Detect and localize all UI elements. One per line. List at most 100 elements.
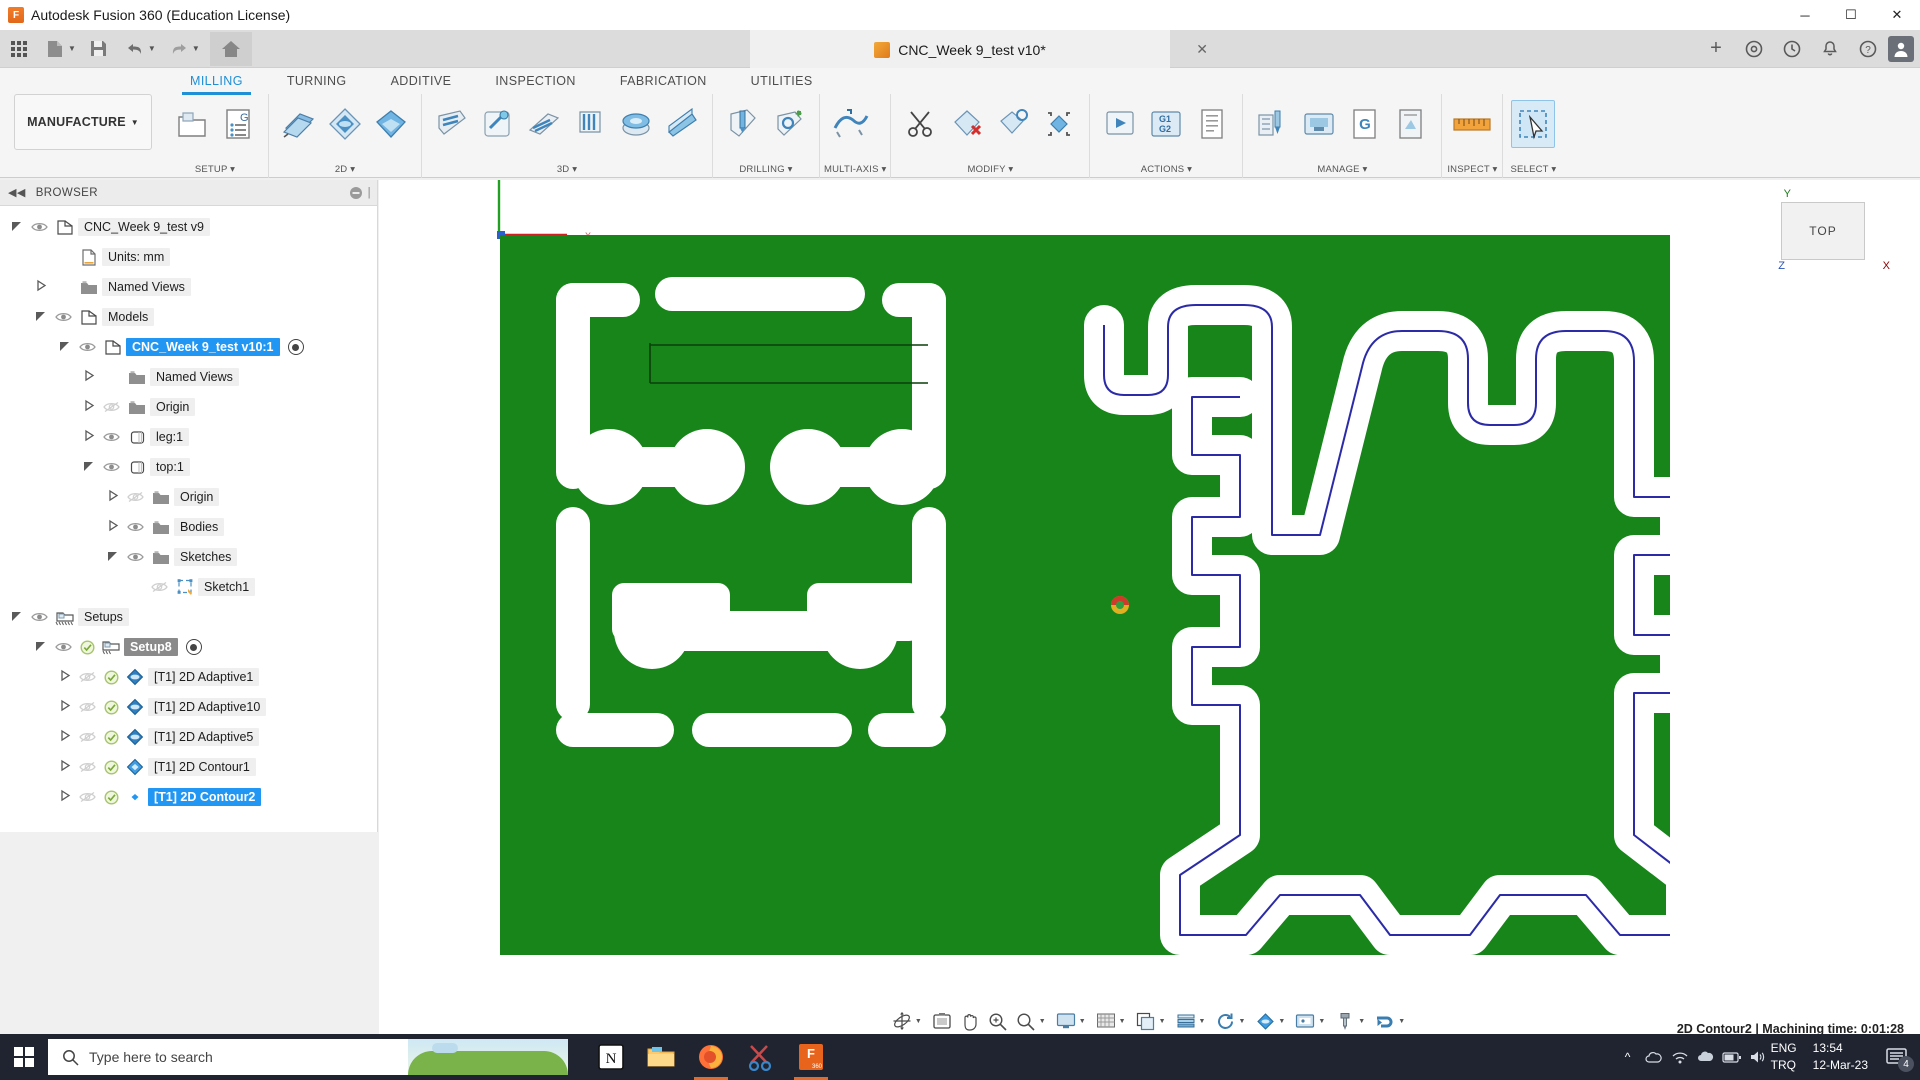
tree-item-t1-2d-adaptive1[interactable]: [T1] 2D Adaptive1 bbox=[0, 662, 377, 692]
expand-arrow-closed-icon[interactable] bbox=[54, 759, 74, 775]
document-tab[interactable]: CNC_Week 9_test v10* ✕ bbox=[750, 29, 1208, 68]
volume-icon[interactable] bbox=[1745, 1034, 1771, 1080]
visibility-eye-icon[interactable] bbox=[50, 311, 76, 323]
tab-additive[interactable]: ADDITIVE bbox=[369, 70, 474, 95]
panel-2d-label[interactable]: 2D ▾ bbox=[273, 164, 417, 178]
grid-snap-icon[interactable] bbox=[1093, 1009, 1119, 1033]
language-indicator[interactable]: ENG TRQ bbox=[1771, 1040, 1803, 1075]
tree-item-sketches[interactable]: Sketches bbox=[0, 542, 377, 572]
battery-icon[interactable] bbox=[1719, 1034, 1745, 1080]
bell-icon[interactable] bbox=[1812, 33, 1848, 65]
onedrive-icon[interactable] bbox=[1641, 1034, 1667, 1080]
bore-thread-icon[interactable] bbox=[767, 100, 811, 148]
measure-icon[interactable] bbox=[1450, 100, 1494, 148]
expand-arrow-open-icon[interactable] bbox=[102, 549, 122, 565]
pocket-clearing-icon[interactable] bbox=[476, 100, 520, 148]
expand-arrow-closed-icon[interactable] bbox=[30, 279, 50, 295]
parallel-icon[interactable] bbox=[522, 100, 566, 148]
contour2d-icon[interactable] bbox=[369, 100, 413, 148]
visibility-eye-off-icon[interactable] bbox=[74, 791, 100, 803]
face-icon[interactable] bbox=[277, 100, 321, 148]
add-tab-button[interactable]: + bbox=[1698, 33, 1734, 65]
expand-arrow-closed-icon[interactable] bbox=[54, 669, 74, 685]
notion-app-icon[interactable]: N bbox=[594, 1040, 628, 1074]
panel-multiaxis-label[interactable]: MULTI-AXIS ▾ bbox=[824, 164, 886, 178]
generate-icon[interactable]: G bbox=[1343, 100, 1387, 148]
visibility-eye-off-icon[interactable] bbox=[74, 731, 100, 743]
activate-radio-button[interactable] bbox=[185, 639, 202, 655]
app-grid-icon[interactable] bbox=[2, 34, 36, 64]
tree-item-models[interactable]: Models bbox=[0, 302, 377, 332]
zoom-icon[interactable] bbox=[985, 1009, 1011, 1033]
tree-item-cnc-week-9-test-v9[interactable]: CNC_Week 9_test v9 bbox=[0, 212, 377, 242]
simulate-refresh-icon[interactable] bbox=[1212, 1009, 1238, 1033]
setup-icon[interactable] bbox=[170, 100, 214, 148]
tree-item-t1-2d-adaptive10[interactable]: [T1] 2D Adaptive10 bbox=[0, 692, 377, 722]
edit-toolpath-icon[interactable] bbox=[991, 100, 1035, 148]
panel-modify-label[interactable]: MODIFY ▾ bbox=[895, 164, 1085, 178]
activate-radio-button[interactable] bbox=[287, 339, 304, 355]
expand-arrow-closed-icon[interactable] bbox=[102, 489, 122, 505]
simulate-icon[interactable] bbox=[1098, 100, 1142, 148]
tree-item-bodies[interactable]: Bodies bbox=[0, 512, 377, 542]
tab-turning[interactable]: TURNING bbox=[265, 70, 369, 95]
windows-start-icon[interactable] bbox=[0, 1034, 48, 1080]
expand-arrow-open-icon[interactable] bbox=[30, 639, 50, 655]
chevron-down-icon[interactable]: ▼ bbox=[1398, 1018, 1410, 1025]
tree-item-origin[interactable]: Origin bbox=[0, 392, 377, 422]
tree-item-top-1[interactable]: top:1 bbox=[0, 452, 377, 482]
tree-item-origin[interactable]: Origin bbox=[0, 482, 377, 512]
visibility-eye-off-icon[interactable] bbox=[98, 401, 124, 413]
select-icon[interactable] bbox=[1511, 100, 1556, 148]
visibility-eye-icon[interactable] bbox=[26, 221, 52, 233]
stock-visibility-icon[interactable] bbox=[1173, 1009, 1199, 1033]
tab-inspection[interactable]: INSPECTION bbox=[473, 70, 597, 95]
chevron-down-icon[interactable]: ▼ bbox=[1358, 1018, 1370, 1025]
expand-arrow-open-icon[interactable] bbox=[54, 339, 74, 355]
expand-arrow-closed-icon[interactable] bbox=[78, 369, 98, 385]
orbit-icon[interactable] bbox=[889, 1009, 915, 1033]
show-hidden-icons-icon[interactable]: ^ bbox=[1615, 1034, 1641, 1080]
swarf-icon[interactable] bbox=[828, 100, 872, 148]
tab-utilities[interactable]: UTILITIES bbox=[729, 70, 835, 95]
adaptive2d-icon[interactable] bbox=[323, 100, 367, 148]
panel-minimize-icon[interactable]: | bbox=[349, 186, 371, 200]
visibility-eye-off-icon[interactable] bbox=[74, 671, 100, 683]
panel-3d-label[interactable]: 3D ▾ bbox=[426, 164, 708, 178]
tree-item-named-views[interactable]: Named Views bbox=[0, 362, 377, 392]
contour3d-icon[interactable] bbox=[568, 100, 612, 148]
cloud-icon[interactable] bbox=[1693, 1034, 1719, 1080]
expand-arrow-closed-icon[interactable] bbox=[54, 789, 74, 805]
close-button[interactable]: ✕ bbox=[1874, 0, 1920, 30]
new-document-caret-icon[interactable]: ▼ bbox=[68, 44, 76, 53]
redo-caret-icon[interactable]: ▼ bbox=[192, 44, 200, 53]
collapse-left-icon[interactable]: ◀◀ bbox=[8, 186, 26, 199]
chevron-down-icon[interactable]: ▼ bbox=[1039, 1018, 1051, 1025]
tree-item-leg-1[interactable]: leg:1 bbox=[0, 422, 377, 452]
save-icon[interactable] bbox=[82, 34, 116, 64]
fusion360-icon[interactable]: F 360 bbox=[794, 1040, 828, 1080]
look-at-icon[interactable] bbox=[929, 1009, 955, 1033]
panel-actions-label[interactable]: ACTIONS ▾ bbox=[1094, 164, 1238, 178]
machine-view-icon[interactable] bbox=[1292, 1009, 1318, 1033]
tree-item-setup8[interactable]: Setup8 bbox=[0, 632, 377, 662]
chevron-down-icon[interactable]: ▼ bbox=[1159, 1018, 1171, 1025]
action-center-icon[interactable]: 4 bbox=[1874, 1034, 1920, 1080]
tree-item-units-mm[interactable]: Units: mm bbox=[0, 242, 377, 272]
panel-select-label[interactable]: SELECT ▾ bbox=[1507, 164, 1559, 178]
tree-item-named-views[interactable]: Named Views bbox=[0, 272, 377, 302]
user-avatar-icon[interactable] bbox=[1888, 35, 1914, 62]
visibility-eye-off-icon[interactable] bbox=[146, 581, 172, 593]
viewports-icon[interactable] bbox=[1133, 1009, 1159, 1033]
undo-icon[interactable] bbox=[118, 34, 152, 64]
visibility-eye-off-icon[interactable] bbox=[74, 701, 100, 713]
tree-item-t1-2d-contour1[interactable]: [T1] 2D Contour1 bbox=[0, 752, 377, 782]
tool-library-icon[interactable] bbox=[1251, 100, 1295, 148]
adaptive3d-icon[interactable] bbox=[430, 100, 474, 148]
visibility-eye-icon[interactable] bbox=[74, 341, 100, 353]
tab-milling[interactable]: MILLING bbox=[168, 70, 265, 95]
chevron-down-icon[interactable]: ▼ bbox=[1238, 1018, 1250, 1025]
maximize-button[interactable]: ☐ bbox=[1828, 0, 1874, 30]
toolpath-visibility-icon[interactable] bbox=[1252, 1009, 1278, 1033]
delete-toolpath-icon[interactable] bbox=[945, 100, 989, 148]
